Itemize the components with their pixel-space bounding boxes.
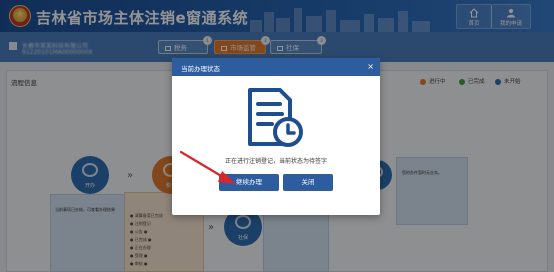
modal-title: 当前办理状态	[181, 65, 220, 73]
document-clock-icon	[248, 88, 303, 147]
modal-header: 当前办理状态 ×	[172, 58, 380, 76]
close-icon[interactable]: ×	[367, 62, 374, 71]
status-modal: 当前办理状态 × 正在进行注销登记，当前状态为待签字 继续办理 关闭	[172, 58, 380, 215]
red-arrow-icon	[179, 150, 236, 184]
close-button[interactable]: 关闭	[283, 174, 333, 191]
